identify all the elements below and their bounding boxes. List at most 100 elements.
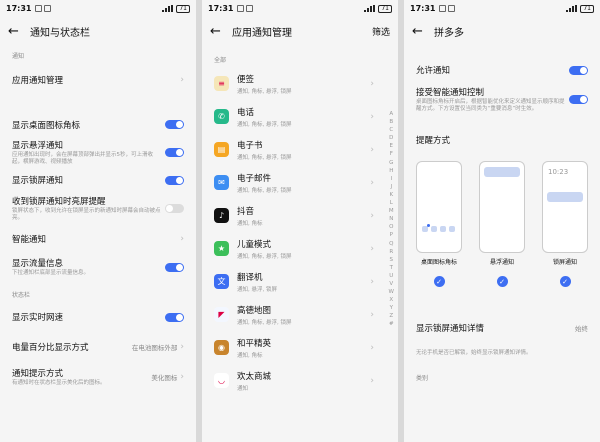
alphabet-letter[interactable]: N: [389, 215, 393, 223]
app-info: 电子书 通知, 角标, 悬浮, 锁屏: [237, 139, 292, 161]
lockscreen-notify-toggle[interactable]: [165, 175, 184, 185]
app-row[interactable]: ◉ 和平精英 通知, 角标 ›: [202, 331, 398, 364]
row-label: 显示锁屏通知详情: [416, 324, 485, 334]
floating-notify-toggle[interactable]: [165, 147, 184, 157]
app-list: ≡ 便签 通知, 角标, 悬浮, 锁屏 › ✆ 电话 通知, 角标, 悬浮, 锁屏 › ▤ 电子书…: [202, 67, 398, 397]
alphabet-letter[interactable]: J: [390, 183, 392, 191]
alphabet-letter[interactable]: E: [390, 142, 393, 150]
alphabet-letter[interactable]: D: [389, 134, 393, 142]
alphabet-letter[interactable]: P: [390, 231, 393, 239]
chevron-right-icon: ›: [370, 210, 374, 221]
app-icon: 文: [214, 274, 229, 289]
alphabet-letter[interactable]: K: [389, 191, 393, 199]
app-row[interactable]: ✆ 电话 通知, 角标, 悬浮, 锁屏 ›: [202, 100, 398, 133]
alphabet-letter[interactable]: A: [389, 110, 393, 118]
app-name: 高德地图: [237, 305, 272, 316]
page-title: 通知与状态栏: [30, 27, 90, 39]
smart-control-row[interactable]: 接受智能通知控制 桌面图标角标开启后，根据智能优化来定义通知显示顺序和提醒方式。下…: [404, 81, 600, 117]
card-lockscreen[interactable]: 10:23 锁屏通知 ✓: [540, 161, 590, 287]
alphabet-letter[interactable]: M: [389, 207, 394, 215]
card-desktop-badge[interactable]: 桌面图标角标 ✓: [414, 161, 464, 287]
alphabet-letter[interactable]: T: [390, 264, 393, 272]
row-sub: 下拉通知栏底部显示流量信息。: [12, 270, 90, 276]
app-desc: 通知, 角标, 悬浮, 锁屏: [237, 253, 292, 260]
app-row[interactable]: ◡ 欢太商城 通知 ›: [202, 364, 398, 397]
allow-notify-toggle[interactable]: [569, 65, 588, 75]
app-desc: 通知, 角标, 悬浮, 锁屏: [237, 121, 292, 128]
app-desc: 通知, 角标: [237, 352, 263, 359]
alphabet-letter[interactable]: H: [389, 167, 393, 175]
alphabet-letter[interactable]: B: [389, 118, 393, 126]
traffic-info-row[interactable]: 显示流量信息 下拉通知栏底部显示流量信息。: [0, 252, 196, 282]
alphabet-letter[interactable]: L: [390, 199, 393, 207]
chevron-right-icon: ›: [370, 375, 374, 386]
battery-percent-row[interactable]: 电量百分比显示方式 在电池图标外部 ›: [0, 332, 196, 362]
back-arrow-icon[interactable]: ←: [8, 25, 26, 38]
alphabet-letter[interactable]: R: [389, 248, 393, 256]
app-row[interactable]: 文翻译机 通知, 悬浮, 锁屏 ›: [202, 265, 398, 298]
battery-icon: 71: [176, 4, 190, 13]
row-value: 始终: [575, 325, 588, 333]
alphabet-letter[interactable]: C: [389, 126, 393, 134]
alphabet-letter[interactable]: W: [389, 288, 394, 296]
filter-button[interactable]: 筛选: [372, 25, 390, 38]
notify-hint-row[interactable]: 通知提示方式 有通知时在状态栏显示美化后的图标。 美化图标 ›: [0, 362, 196, 392]
traffic-info-toggle[interactable]: [165, 262, 184, 272]
row-label: 显示流量信息: [12, 259, 64, 269]
app-notify-manage-row[interactable]: 应用通知管理 ›: [0, 63, 196, 97]
smart-notify-row[interactable]: 智能通知 ›: [0, 226, 196, 252]
app-row[interactable]: ♪ 抖音 通知, 角标 ›: [202, 199, 398, 232]
card-floating[interactable]: 悬浮通知 ✓: [477, 161, 527, 287]
alphabet-letter[interactable]: F: [390, 150, 393, 158]
smart-control-toggle[interactable]: [569, 94, 588, 104]
check-icon: ✓: [496, 276, 508, 287]
title-bar: ← 应用通知管理 筛选: [202, 17, 398, 45]
screen-app-notify-manage: 17:31 71 ← 应用通知管理 筛选 全部 ≡ 便签 通知, 角标, 悬浮, 锁…: [202, 0, 398, 442]
chevron-right-icon: ›: [180, 75, 184, 85]
alphabet-letter[interactable]: I: [390, 175, 392, 183]
wake-screen-row[interactable]: 收到锁屏通知时亮屏提醒 锁屏状态下，收到允许在锁屏显示的新通知时屏幕会自动被点亮。: [0, 190, 196, 226]
alphabet-letter[interactable]: Z: [389, 312, 393, 320]
alphabet-letter[interactable]: O: [389, 223, 393, 231]
app-row[interactable]: ✉ 电子邮件 通知, 角标, 悬浮, 锁屏 ›: [202, 166, 398, 199]
netspeed-row[interactable]: 显示实时网速: [0, 302, 196, 332]
alphabet-letter[interactable]: #: [389, 320, 394, 328]
card-label: 锁屏通知: [552, 259, 577, 266]
chevron-right-icon: ›: [370, 342, 374, 353]
card-label: 桌面图标角标: [420, 259, 457, 266]
wake-screen-toggle[interactable]: [165, 203, 184, 213]
back-arrow-icon[interactable]: ←: [412, 25, 430, 38]
netspeed-toggle[interactable]: [165, 312, 184, 322]
app-row[interactable]: ▤ 电子书 通知, 角标, 悬浮, 锁屏 ›: [202, 133, 398, 166]
page-title: 拼多多: [434, 27, 464, 39]
section-notify: 通知: [12, 53, 25, 60]
desktop-badge-toggle[interactable]: [165, 120, 184, 129]
floating-notify-row[interactable]: 显示悬浮通知 应用通知出现时，会在屏幕顶部弹出并显示5秒，可上滑收起，横屏游戏、视…: [0, 134, 196, 170]
alphabet-letter[interactable]: V: [389, 280, 393, 288]
back-arrow-icon[interactable]: ←: [210, 25, 228, 38]
section-category: 类别: [416, 375, 429, 382]
remind-cards: 桌面图标角标 ✓ 悬浮通知 ✓ 10:23 锁屏通知 ✓: [404, 161, 600, 287]
app-name: 儿童模式: [237, 239, 272, 250]
alphabet-letter[interactable]: Y: [390, 304, 393, 312]
allow-notify-row[interactable]: 允许通知: [404, 59, 600, 81]
alphabet-index[interactable]: A B C D E F G H I J K L M N O P Q R S T U V W X Y Z #: [389, 110, 394, 329]
app-row[interactable]: ◤ 高德地图 通知, 角标, 悬浮, 锁屏 ›: [202, 298, 398, 331]
alphabet-letter[interactable]: U: [389, 272, 393, 280]
app-info: 和平精英 通知, 角标: [237, 337, 271, 359]
app-name: 电话: [237, 107, 255, 118]
lockscreen-notify-row[interactable]: 显示锁屏通知: [0, 170, 196, 190]
app-row[interactable]: ★ 儿童模式 通知, 角标, 悬浮, 锁屏 ›: [202, 232, 398, 265]
alphabet-letter[interactable]: X: [389, 296, 393, 304]
alphabet-letter[interactable]: Q: [389, 240, 393, 248]
app-row[interactable]: ≡ 便签 通知, 角标, 悬浮, 锁屏 ›: [202, 67, 398, 100]
desktop-badge-row[interactable]: 显示桌面图标角标: [0, 115, 196, 134]
screens: 17:31 71 ← 通知与状态栏 通知 应用通知管理 › 显示桌面图标角标 显…: [0, 0, 600, 442]
row-label: 收到锁屏通知时亮屏提醒: [12, 196, 106, 207]
alphabet-letter[interactable]: S: [390, 256, 394, 264]
alphabet-letter[interactable]: G: [389, 159, 393, 167]
section-all: 全部: [214, 57, 227, 64]
chevron-right-icon: ›: [370, 78, 374, 89]
row-label: 通知提示方式: [12, 369, 64, 379]
lock-detail-row[interactable]: 显示锁屏通知详情 始终: [404, 317, 600, 339]
